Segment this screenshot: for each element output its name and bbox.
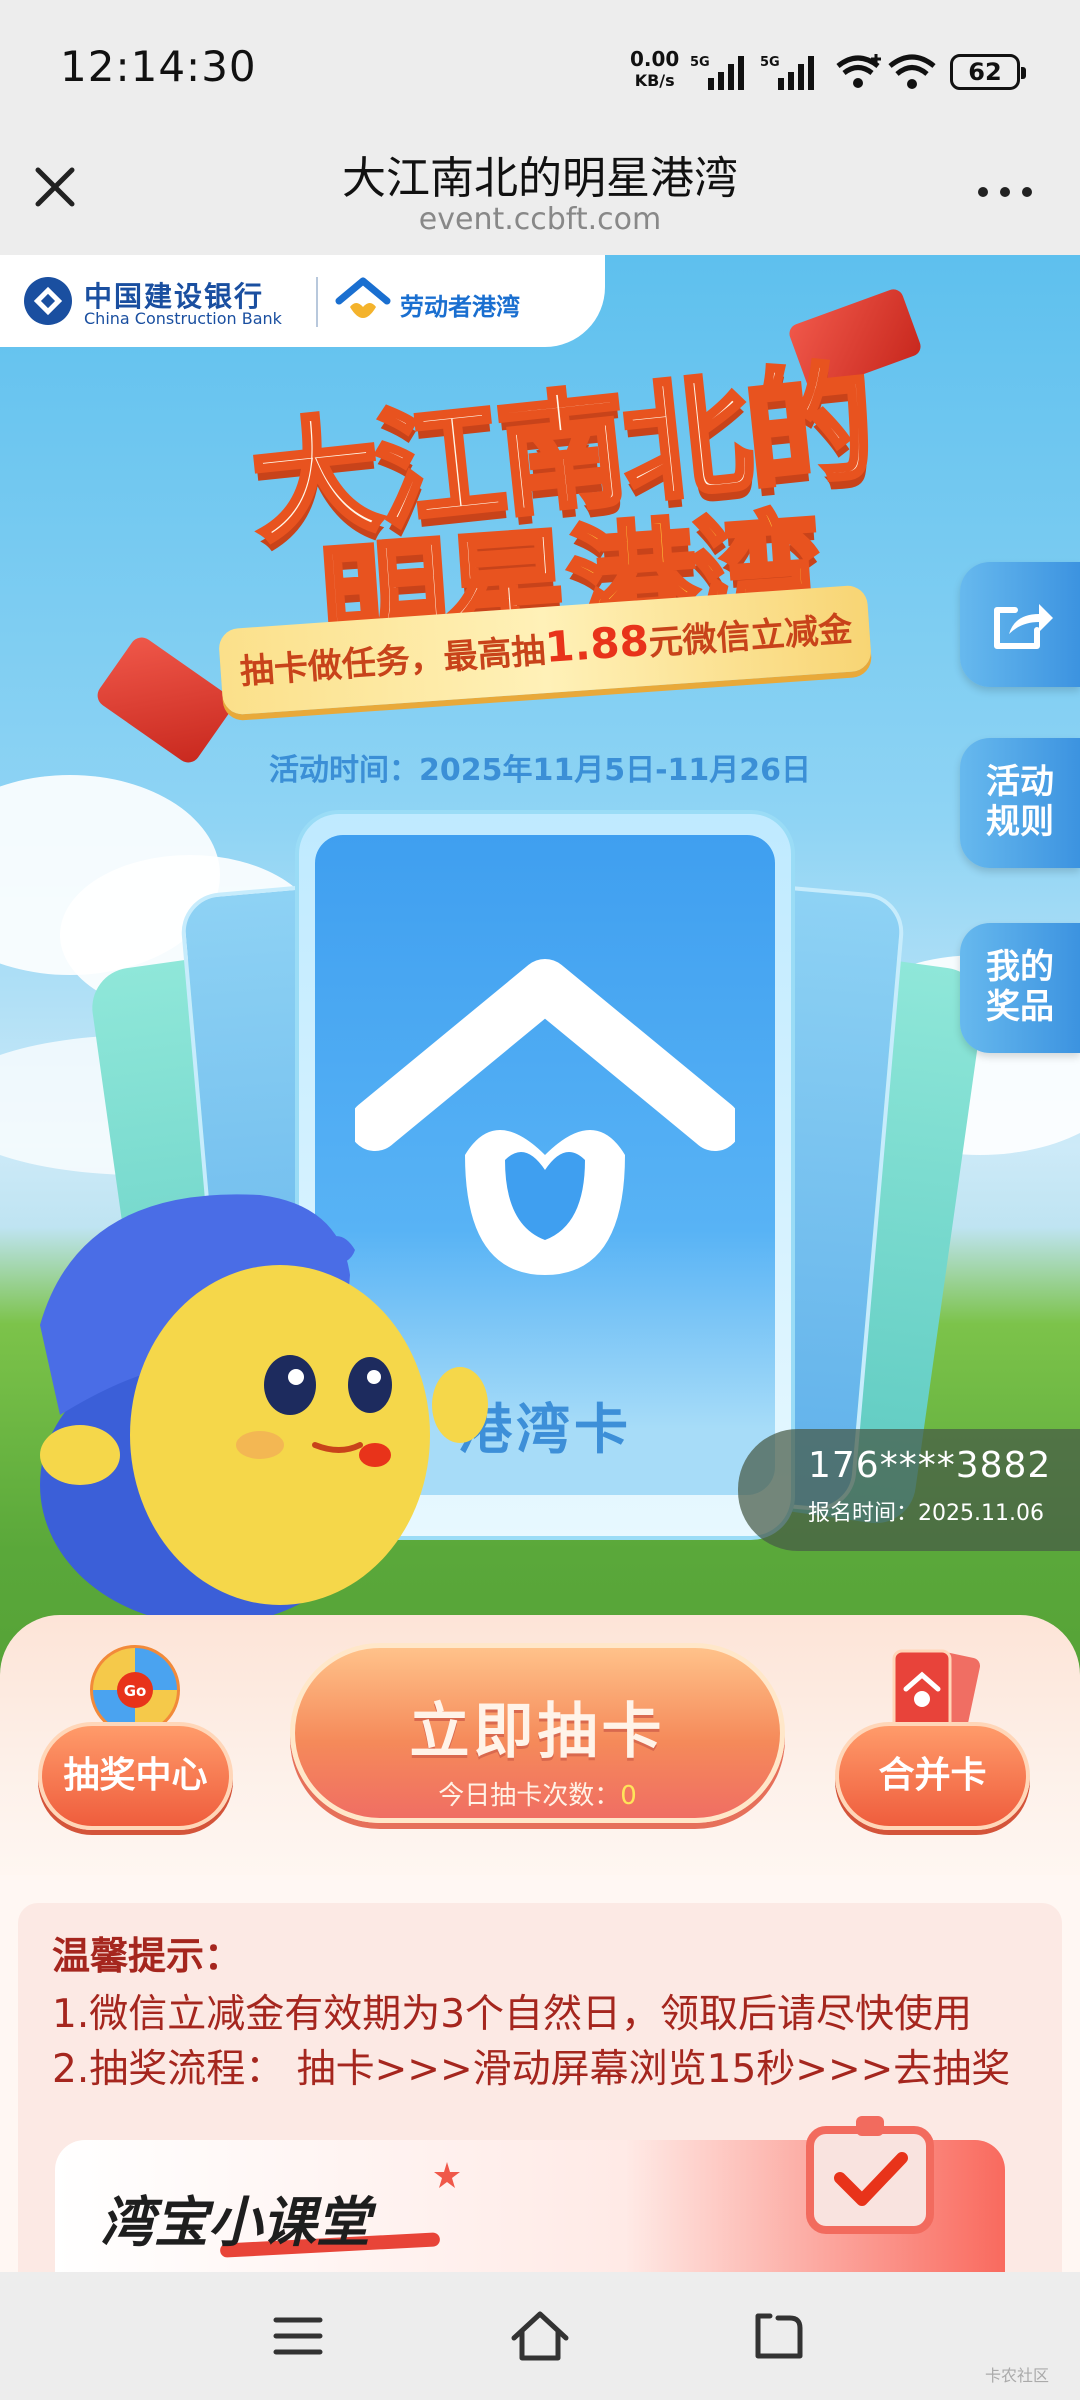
wifi-icon (888, 54, 936, 89)
network-speed: 0.00 KB/s (630, 48, 679, 92)
event-time: 活动时间：2025年11月5日-11月26日 (268, 753, 812, 788)
mascot-illustration (40, 1194, 488, 1625)
battery-indicator: 62 (950, 54, 1026, 90)
ccb-logo-icon (24, 277, 72, 325)
draw-count: 今日抽卡次数：0 (290, 1775, 785, 1812)
tip-item: 2.抽奖流程： 抽卡>>>滑动屏幕浏览15秒>>>去抽奖 (52, 2047, 1011, 2092)
activity-rules-tab[interactable]: 活动 规则 (960, 738, 1080, 868)
system-navigation-bar: 卡农社区 (0, 2272, 1080, 2400)
draw-count-value: 0 (620, 1781, 637, 1811)
browser-title-bar: 大江南北的明星港湾 event.ccbft.com (0, 140, 1080, 255)
tips-title: 温馨提示： (52, 1934, 243, 1978)
logo-divider (316, 277, 318, 327)
menu-icon[interactable] (272, 2314, 324, 2358)
merge-cards-button[interactable]: 合并卡 (835, 1722, 1030, 1830)
signal-5g-icon: 5G (690, 55, 744, 90)
tip-item: 1.微信立减金有效期为3个自然日，领取后请尽快使用 (52, 1992, 973, 2037)
checklist-board-icon (806, 2116, 934, 2234)
share-button[interactable] (960, 562, 1080, 687)
signal-1-label: 5G (690, 55, 710, 70)
network-speed-value: 0.00 (630, 47, 680, 71)
subtitle-amount: 1.88 (543, 615, 651, 672)
wheel-label: Go (124, 1682, 147, 1700)
watermark: 卡农社区 (985, 2366, 1050, 2385)
draw-card-label: 立即抽卡 (409, 1697, 666, 1767)
network-speed-unit: KB/s (634, 71, 675, 90)
more-options-icon[interactable] (975, 182, 1035, 202)
partner-name: 劳动者港湾 (400, 293, 520, 321)
draw-count-label: 今日抽卡次数： (438, 1781, 621, 1811)
page-url: event.ccbft.com (418, 202, 662, 237)
signal-5g-icon-2: 5G (760, 55, 814, 90)
prize-wheel-icon: Go (90, 1645, 180, 1735)
my-prizes-tab[interactable]: 我的 奖品 (960, 923, 1080, 1053)
lottery-center-button[interactable]: 抽奖中心 (38, 1722, 233, 1830)
home-icon[interactable] (508, 2308, 572, 2364)
classroom-title: 湾宝小课堂 (100, 2191, 370, 2254)
share-icon (994, 604, 1053, 649)
back-icon[interactable] (748, 2308, 808, 2364)
wifi-plus-icon (836, 54, 881, 88)
page-title: 大江南北的明星港湾 (342, 153, 738, 204)
harbor-logo-icon (335, 277, 391, 318)
star-icon (434, 2162, 460, 2188)
signup-date: 报名时间：2025.11.06 (808, 1501, 1044, 1526)
user-phone: 176****3882 (808, 1445, 1052, 1486)
signal-2-label: 5G (760, 55, 780, 70)
status-bar: 12:14:30 0.00 KB/s 5G 5G 62 (0, 0, 1080, 140)
bank-name-en: China Construction Bank (84, 309, 282, 328)
clock: 12:14:30 (60, 42, 257, 91)
